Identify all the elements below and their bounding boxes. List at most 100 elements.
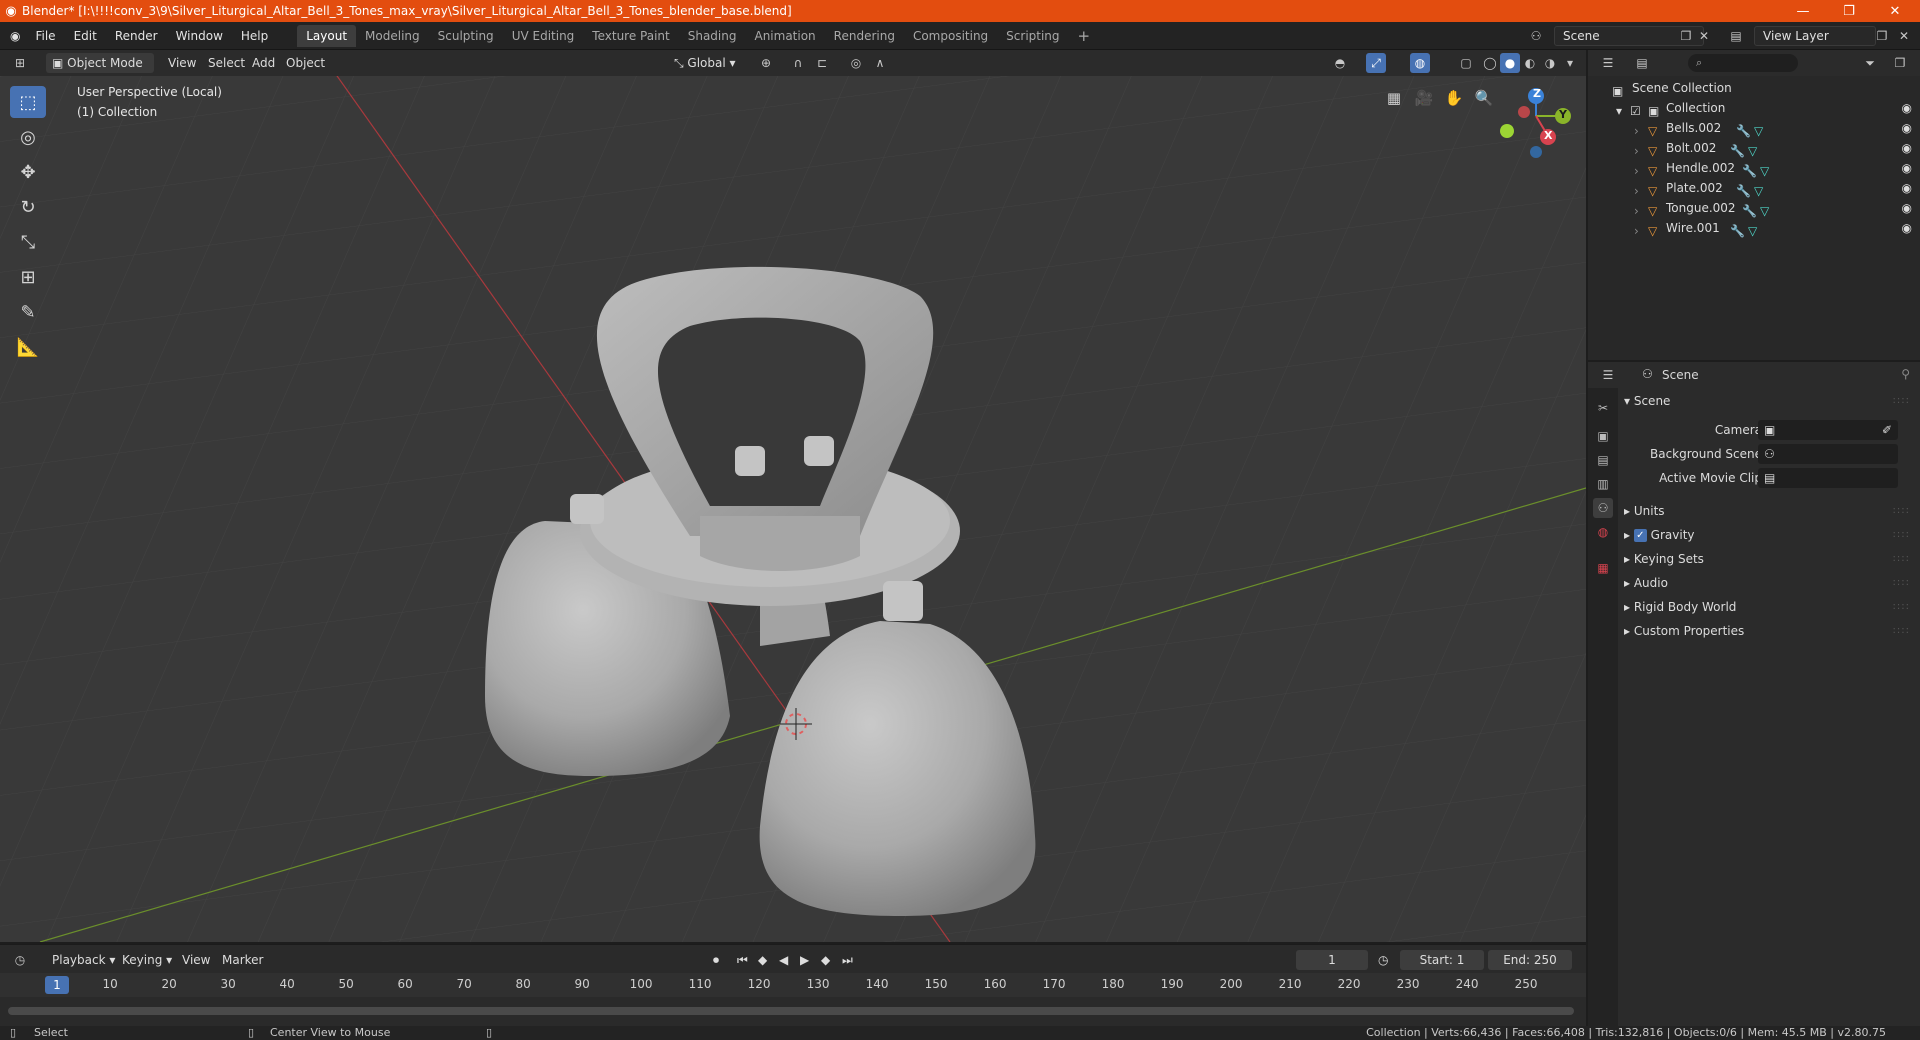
snap-icon[interactable]: ∩ bbox=[788, 53, 808, 73]
tab-uv-editing[interactable]: UV Editing bbox=[503, 25, 584, 47]
tab-shading[interactable]: Shading bbox=[679, 25, 746, 47]
new-scene-icon[interactable]: ❐ bbox=[1676, 26, 1696, 46]
delete-scene-icon[interactable]: ✕ bbox=[1694, 26, 1714, 46]
record-icon[interactable]: ⏺ bbox=[713, 950, 719, 970]
frame-ruler[interactable]: 1 10 20 30 40 50 60 70 80 90 100 110 120 130 140 150 16… bbox=[0, 973, 1586, 997]
tab-modeling[interactable]: Modeling bbox=[356, 25, 429, 47]
solid-shading-icon[interactable]: ● bbox=[1500, 53, 1520, 73]
subpanel-header[interactable]: ▸ Rigid Body World:::: bbox=[1624, 596, 1914, 618]
scene-tab-icon[interactable]: ⚇ bbox=[1593, 498, 1613, 518]
menu-window[interactable]: Window bbox=[167, 22, 232, 50]
add-workspace-icon[interactable]: + bbox=[1069, 25, 1100, 47]
eye-icon[interactable]: ◉ bbox=[1902, 98, 1912, 118]
view-layer-selector[interactable]: View Layer bbox=[1754, 26, 1876, 46]
next-keyframe-icon[interactable]: ◆ bbox=[821, 950, 830, 970]
minimize-icon[interactable]: — bbox=[1780, 0, 1826, 22]
menu-help[interactable]: Help bbox=[232, 22, 277, 50]
menu-view[interactable]: View bbox=[162, 53, 202, 73]
eye-icon[interactable]: ◉ bbox=[1902, 178, 1912, 198]
preview-range-icon[interactable]: ◷ bbox=[1378, 950, 1388, 970]
filter-icon[interactable]: ⏷ bbox=[1860, 53, 1880, 73]
annotate-tool-icon[interactable]: ✎ bbox=[10, 296, 46, 328]
subpanel-header[interactable]: ▸ Units:::: bbox=[1624, 500, 1914, 522]
texture-tab-icon[interactable]: ▦ bbox=[1593, 558, 1613, 578]
eye-icon[interactable]: ◉ bbox=[1902, 158, 1912, 178]
material-shading-icon[interactable]: ◐ bbox=[1520, 53, 1540, 73]
gizmo-toggle-icon[interactable]: ⤢ bbox=[1366, 53, 1386, 73]
end-frame-field[interactable]: End: 250 bbox=[1488, 950, 1572, 970]
visibility-icon[interactable]: ◓ bbox=[1330, 53, 1350, 73]
tab-texture-paint[interactable]: Texture Paint bbox=[583, 25, 678, 47]
view-layer-tab-icon[interactable]: ▥ bbox=[1593, 474, 1613, 494]
subpanel-header[interactable]: ▸ Audio:::: bbox=[1624, 572, 1914, 594]
outliner-item[interactable]: › ▽ Bells.002 🔧 ▽ ◉ bbox=[1588, 118, 1920, 138]
delete-view-layer-icon[interactable]: ✕ bbox=[1894, 26, 1914, 46]
blender-menu-icon[interactable]: ◉ bbox=[0, 22, 26, 50]
outliner-item[interactable]: › ▽ Tongue.002 🔧 ▽ ◉ bbox=[1588, 198, 1920, 218]
transform-tool-icon[interactable]: ⊞ bbox=[10, 261, 46, 293]
display-mode-icon[interactable]: ▤ bbox=[1632, 53, 1652, 73]
jump-end-icon[interactable]: ⏭ bbox=[842, 950, 853, 970]
3d-viewport[interactable]: User Perspective (Local) (1) Collection … bbox=[0, 76, 1586, 942]
orientation-dropdown[interactable]: ⤡ Global ▾ bbox=[668, 53, 742, 73]
modifier-icon[interactable]: 🔧 bbox=[1730, 221, 1745, 241]
select-box-tool-icon[interactable]: ⬚ bbox=[10, 86, 46, 118]
play-reverse-icon[interactable]: ◀ bbox=[779, 950, 788, 970]
menu-render[interactable]: Render bbox=[106, 22, 167, 50]
drag-handle-icon[interactable]: :::: bbox=[1893, 620, 1910, 642]
subpanel-header[interactable]: ▸ Custom Properties:::: bbox=[1624, 620, 1914, 642]
tool-tab-icon[interactable]: ✂ bbox=[1593, 398, 1613, 418]
tab-rendering[interactable]: Rendering bbox=[825, 25, 904, 47]
properties-editor-type-icon[interactable]: ☰ bbox=[1598, 365, 1618, 385]
grid-view-icon[interactable]: ▦ bbox=[1380, 84, 1408, 112]
start-frame-field[interactable]: Start: 1 bbox=[1400, 950, 1484, 970]
rendered-shading-icon[interactable]: ◑ bbox=[1540, 53, 1560, 73]
drag-handle-icon[interactable]: :::: bbox=[1893, 548, 1910, 570]
new-view-layer-icon[interactable]: ❐ bbox=[1872, 26, 1892, 46]
snap-target-icon[interactable]: ⊏ bbox=[812, 53, 832, 73]
shading-options-icon[interactable]: ▾ bbox=[1560, 53, 1580, 73]
proportional-edit-icon[interactable]: ◎ bbox=[846, 53, 866, 73]
scale-tool-icon[interactable]: ⤡ bbox=[10, 226, 46, 258]
eye-icon[interactable]: ◉ bbox=[1902, 118, 1912, 138]
tab-sculpting[interactable]: Sculpting bbox=[429, 25, 503, 47]
pin-icon[interactable]: ⚲ bbox=[1901, 367, 1910, 381]
background-scene-field[interactable]: ⚇ bbox=[1758, 444, 1898, 464]
world-tab-icon[interactable]: ◍ bbox=[1593, 522, 1613, 542]
render-tab-icon[interactable]: ▣ bbox=[1593, 426, 1613, 446]
menu-edit[interactable]: Edit bbox=[65, 22, 106, 50]
drag-handle-icon[interactable]: :::: bbox=[1893, 596, 1910, 618]
eyedropper-icon[interactable]: ✐ bbox=[1882, 420, 1892, 440]
maximize-icon[interactable]: ❐ bbox=[1826, 0, 1872, 22]
prev-keyframe-icon[interactable]: ◆ bbox=[758, 950, 767, 970]
timeline-scrollbar[interactable] bbox=[8, 1007, 1574, 1015]
close-icon[interactable]: ✕ bbox=[1872, 0, 1918, 22]
expand-icon[interactable]: › bbox=[1634, 221, 1639, 241]
current-frame-marker[interactable]: 1 bbox=[45, 976, 69, 994]
eye-icon[interactable]: ◉ bbox=[1902, 138, 1912, 158]
tab-compositing[interactable]: Compositing bbox=[904, 25, 997, 47]
tab-scripting[interactable]: Scripting bbox=[997, 25, 1068, 47]
output-tab-icon[interactable]: ▤ bbox=[1593, 450, 1613, 470]
cursor-tool-icon[interactable]: ◎ bbox=[10, 121, 46, 153]
rotate-tool-icon[interactable]: ↻ bbox=[10, 191, 46, 223]
keying-menu[interactable]: Keying ▾ bbox=[122, 950, 172, 970]
timeline-editor-type-icon[interactable]: ◷ bbox=[10, 950, 30, 970]
subpanel-header[interactable]: ▸ ✓ Gravity:::: bbox=[1624, 524, 1914, 546]
outliner-item[interactable]: › ▽ Wire.001 🔧 ▽ ◉ bbox=[1588, 218, 1920, 238]
xray-toggle-icon[interactable]: ▢ bbox=[1456, 53, 1476, 73]
outliner-item[interactable]: › ▽ Plate.002 🔧 ▽ ◉ bbox=[1588, 178, 1920, 198]
eye-icon[interactable]: ◉ bbox=[1902, 198, 1912, 218]
camera-field[interactable]: ▣ ✐ bbox=[1758, 420, 1898, 440]
subpanel-header[interactable]: ▸ Keying Sets:::: bbox=[1624, 548, 1914, 570]
wireframe-shading-icon[interactable]: ◯ bbox=[1480, 53, 1500, 73]
active-movie-clip-field[interactable]: ▤ bbox=[1758, 468, 1898, 488]
menu-file[interactable]: File bbox=[26, 22, 64, 50]
jump-start-icon[interactable]: ⏮ bbox=[737, 950, 748, 970]
measure-tool-icon[interactable]: 📐 bbox=[10, 331, 46, 363]
timeline-view-menu[interactable]: View bbox=[182, 950, 210, 970]
mesh-data-icon[interactable]: ▽ bbox=[1748, 221, 1757, 241]
move-tool-icon[interactable]: ✥ bbox=[10, 156, 46, 188]
pivot-point-icon[interactable]: ⊕ bbox=[756, 53, 776, 73]
play-icon[interactable]: ▶ bbox=[800, 950, 809, 970]
